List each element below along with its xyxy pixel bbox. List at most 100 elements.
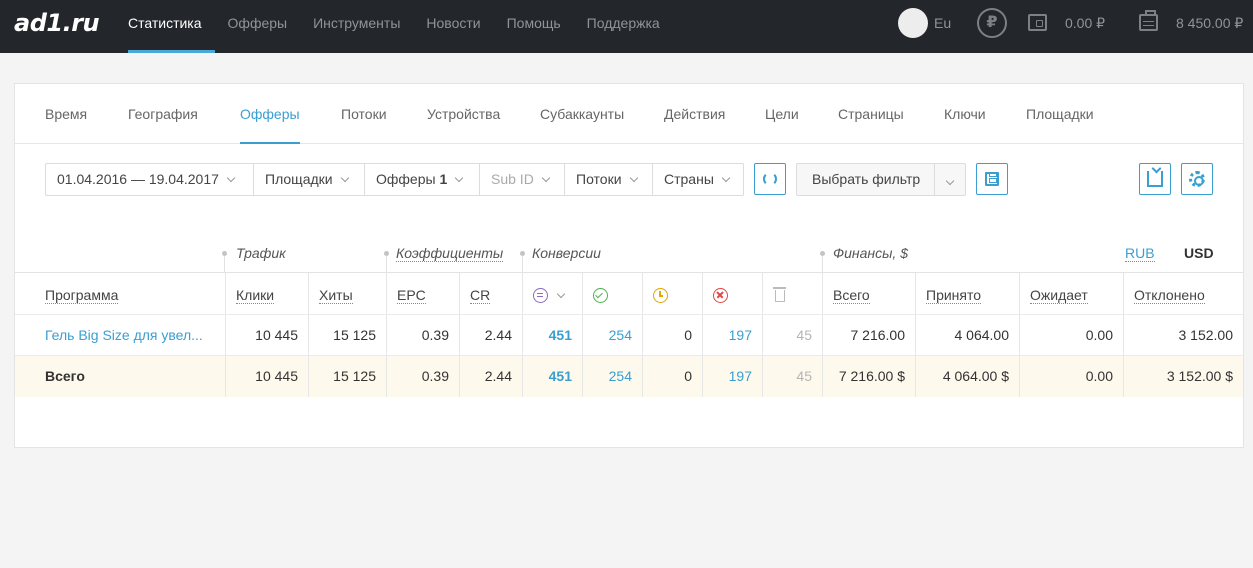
tab-time[interactable]: Время [45, 106, 87, 143]
row-program-link[interactable]: Гель Big Size для увел... [15, 315, 225, 355]
offers-filter[interactable]: Офферы 1 [365, 164, 480, 195]
language-flag-icon [898, 8, 928, 38]
settings-button[interactable] [1181, 163, 1213, 195]
wallet-icon[interactable] [1028, 14, 1047, 31]
group-divider [224, 256, 225, 272]
nav-tools[interactable]: Инструменты [300, 0, 413, 53]
row-conv-all[interactable]: 451 [522, 315, 582, 355]
nav-offers[interactable]: Офферы [215, 0, 301, 53]
nav-help[interactable]: Помощь [494, 0, 574, 53]
countries-filter[interactable]: Страны [653, 164, 743, 195]
col-cr-label: CR [470, 287, 491, 304]
tab-goals[interactable]: Цели [765, 106, 799, 143]
cross-circle-icon [713, 288, 728, 303]
group-coefficients[interactable]: Коэффициенты [396, 245, 504, 262]
row-fin-accepted: 4 064.00 [915, 315, 1019, 355]
nav-news[interactable]: Новости [413, 0, 493, 53]
col-cr[interactable]: CR [459, 273, 522, 314]
ruble-icon[interactable]: ₽ [977, 8, 1007, 38]
currency-rub[interactable]: RUB [1125, 245, 1155, 262]
sites-filter[interactable]: Площадки [254, 164, 365, 195]
report-tabs: Время География Офферы Потоки Устройства… [15, 84, 1243, 144]
total-fin-accepted: 4 064.00 $ [915, 356, 1019, 397]
col-program-label: Программа [45, 287, 119, 304]
tab-pages[interactable]: Страницы [838, 106, 904, 143]
all-conversions-icon [533, 288, 548, 303]
col-fin-rejected[interactable]: Отклонено [1123, 273, 1243, 314]
col-hits-label: Хиты [319, 287, 353, 304]
col-epc-label: EPC [397, 287, 426, 304]
briefcase-icon[interactable] [1139, 10, 1158, 31]
row-cr: 2.44 [459, 315, 522, 355]
chevron-down-icon [556, 289, 566, 299]
currency-rub-label: RUB [1125, 245, 1155, 262]
chevron-down-icon [541, 173, 551, 183]
choose-filter-select[interactable]: Выбрать фильтр [796, 163, 966, 196]
tab-devices[interactable]: Устройства [427, 106, 500, 143]
total-clicks: 10 445 [225, 356, 308, 397]
total-epc: 0.39 [386, 356, 459, 397]
tab-subaccounts[interactable]: Субаккаунты [540, 106, 624, 143]
date-range-value: 01.04.2016 — 19.04.2017 [57, 171, 219, 187]
row-conv-trash: 45 [762, 315, 822, 355]
total-conv-accepted[interactable]: 254 [582, 356, 642, 397]
tab-actions[interactable]: Действия [664, 106, 725, 143]
chevron-down-icon [455, 173, 464, 183]
col-fin-pending-label: Ожидает [1030, 287, 1088, 304]
total-conv-rejected[interactable]: 197 [702, 356, 762, 397]
col-hits[interactable]: Хиты [308, 273, 386, 314]
row-conv-accepted[interactable]: 254 [582, 315, 642, 355]
subid-filter[interactable]: Sub ID [480, 164, 565, 195]
subid-filter-label: Sub ID [491, 171, 534, 187]
tab-keys[interactable]: Ключи [944, 106, 986, 143]
refresh-icon [763, 172, 777, 186]
row-conv-pending: 0 [642, 315, 702, 355]
tab-streams[interactable]: Потоки [341, 106, 387, 143]
row-clicks: 10 445 [225, 315, 308, 355]
col-conv-accepted[interactable] [582, 273, 642, 314]
col-conv-trash[interactable] [762, 273, 822, 314]
col-program[interactable]: Программа [15, 273, 225, 314]
nav-statistics[interactable]: Статистика [115, 0, 215, 53]
nav-support[interactable]: Поддержка [574, 0, 673, 53]
export-button[interactable] [1139, 163, 1171, 195]
col-clicks-label: Клики [236, 287, 275, 304]
col-fin-total-label: Всего [833, 287, 870, 304]
total-conv-pending: 0 [642, 356, 702, 397]
top-bar: ad1.ru Статистика Офферы Инструменты Нов… [0, 0, 1253, 53]
logo[interactable]: ad1.ru [14, 9, 100, 37]
col-epc[interactable]: EPC [386, 273, 459, 314]
date-range-filter[interactable]: 01.04.2016 — 19.04.2017 [46, 164, 254, 195]
language-label: Eu [934, 15, 952, 31]
row-conv-rejected[interactable]: 197 [702, 315, 762, 355]
group-divider [522, 256, 523, 272]
save-filter-button[interactable] [976, 163, 1008, 195]
sites-filter-label: Площадки [265, 171, 333, 187]
col-fin-pending[interactable]: Ожидает [1019, 273, 1123, 314]
col-clicks[interactable]: Клики [225, 273, 308, 314]
refresh-button[interactable] [754, 163, 786, 195]
language-switch[interactable]: Eu [898, 8, 951, 38]
col-conv-rejected[interactable] [702, 273, 762, 314]
choose-filter-toggle[interactable] [935, 164, 965, 195]
group-coefficients-label: Коэффициенты [396, 245, 504, 262]
col-fin-total[interactable]: Всего [822, 273, 915, 314]
table-row: Гель Big Size для увел... 10 445 15 125 … [15, 315, 1243, 356]
tab-sites[interactable]: Площадки [1026, 106, 1094, 143]
offers-filter-label: Офферы [376, 171, 436, 187]
main-nav: Статистика Офферы Инструменты Новости По… [115, 0, 673, 53]
stats-table: Программа Клики Хиты EPC CR Всего Принят… [15, 272, 1243, 397]
group-conversions: Конверсии [532, 245, 601, 261]
tab-offers[interactable]: Офферы [240, 106, 300, 144]
total-cr: 2.44 [459, 356, 522, 397]
col-fin-accepted[interactable]: Принято [915, 273, 1019, 314]
col-conv-pending[interactable] [642, 273, 702, 314]
tab-geography[interactable]: География [128, 106, 198, 143]
currency-usd[interactable]: USD [1184, 245, 1214, 261]
trash-icon [773, 287, 786, 302]
streams-filter[interactable]: Потоки [565, 164, 653, 195]
chevron-down-icon [226, 173, 236, 183]
total-conv-all[interactable]: 451 [522, 356, 582, 397]
chevron-down-icon [629, 173, 638, 183]
col-conv-all[interactable] [522, 273, 582, 314]
